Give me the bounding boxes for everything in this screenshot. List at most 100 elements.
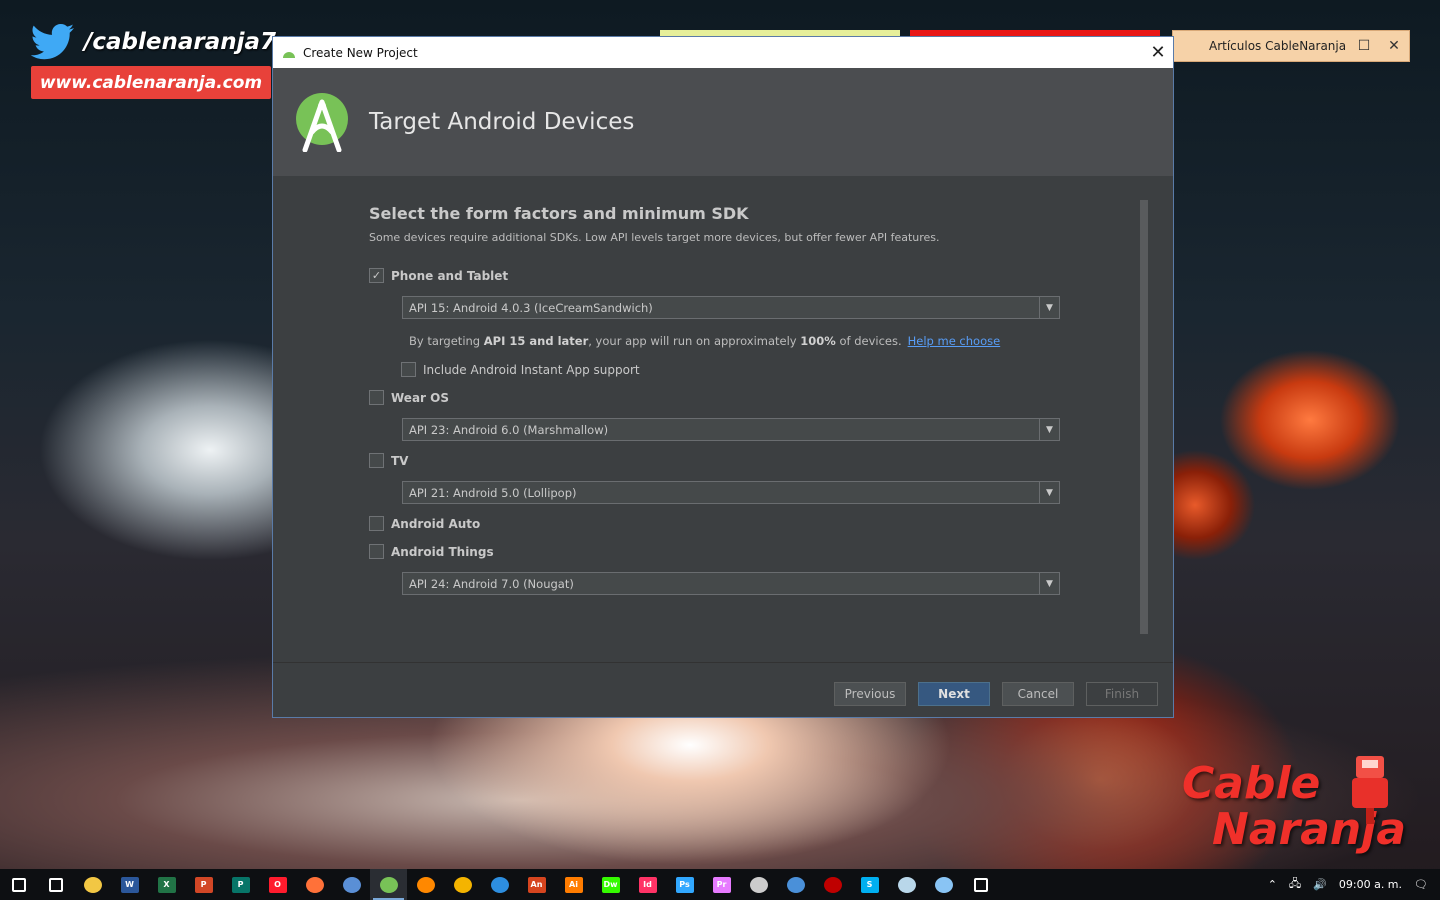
premiere-icon[interactable]: Pr [703,869,740,900]
task-view-icon-glyph [48,877,63,892]
chevron-down-icon[interactable]: ▼ [1039,573,1059,594]
settings-icon[interactable] [962,869,999,900]
chevron-down-icon[interactable]: ▼ [1039,482,1059,503]
finish-button[interactable]: Finish [1086,682,1158,706]
opera-icon-glyph: O [268,876,287,893]
background-window-title: Artículos CableNaranja [1209,39,1347,53]
volume-icon[interactable]: 🔊 [1313,878,1327,891]
dialog-header-title: Target Android Devices [369,109,635,135]
firefox-icon[interactable] [296,869,333,900]
android-studio-icon [283,51,295,58]
tv-sdk-value: API 21: Android 5.0 (Lollipop) [409,485,577,500]
settings-icon-glyph [973,877,988,892]
paint-icon-glyph [934,876,953,893]
info-api-level: API 15 and later [483,334,589,348]
android-things-label: Android Things [391,544,494,559]
phone-tablet-row[interactable]: ✓ Phone and Tablet [369,268,508,283]
network-icon[interactable]: 🖧 [1289,875,1301,894]
publisher-icon-glyph: P [231,876,250,893]
android-studio-icon[interactable] [370,869,407,900]
info-text: of devices. [835,334,902,348]
powerpoint-icon-glyph: P [194,876,213,893]
website-banner: www.cablenaranja.com [31,66,271,99]
animate-icon[interactable]: An [518,869,555,900]
dialog-close-button[interactable]: ✕ [1143,37,1173,68]
usb-cable-icon [1352,756,1388,824]
paint-icon[interactable] [925,869,962,900]
virtualbox-icon[interactable] [333,869,370,900]
tv-sdk-select[interactable]: API 21: Android 5.0 (Lollipop) ▼ [402,481,1060,504]
instant-app-checkbox[interactable] [401,362,416,377]
indesign-icon-glyph: Id [638,876,657,893]
windows-start-icon-glyph [11,877,26,892]
section-subtitle: Some devices require additional SDKs. Lo… [369,231,940,244]
excel-icon[interactable]: X [148,869,185,900]
tv-row[interactable]: TV [369,453,408,468]
android-things-checkbox[interactable] [369,544,384,559]
form-factors-panel: Select the form factors and minimum SDK … [369,204,1069,595]
word-icon-glyph: W [120,876,139,893]
wear-os-row[interactable]: Wear OS [369,390,449,405]
android-auto-label: Android Auto [391,516,481,531]
tv-checkbox[interactable] [369,453,384,468]
filezilla-icon[interactable] [814,869,851,900]
system-tray: ⌃ 🖧 🔊 09:00 a. m. 🗨 [1268,875,1440,894]
instant-app-row[interactable]: Include Android Instant App support [401,362,640,377]
dreamweaver-icon[interactable]: Dw [592,869,629,900]
vlc-icon[interactable] [407,869,444,900]
box-icon[interactable] [777,869,814,900]
chevron-down-icon[interactable]: ▼ [1039,419,1059,440]
next-button[interactable]: Next [918,682,990,706]
android-things-row[interactable]: Android Things [369,544,494,559]
dialog-header: Target Android Devices [273,68,1173,176]
excel-icon-glyph: X [157,876,176,893]
photoshop-icon-glyph: Ps [675,876,694,893]
file-explorer-icon[interactable] [74,869,111,900]
close-icon[interactable]: ✕ [1379,38,1409,54]
logo-text-line1: Cable [1182,758,1321,809]
word-icon[interactable]: W [111,869,148,900]
phone-tablet-checkbox[interactable]: ✓ [369,268,384,283]
wear-os-sdk-select[interactable]: API 23: Android 6.0 (Marshmallow) ▼ [402,418,1060,441]
android-things-sdk-select[interactable]: API 24: Android 7.0 (Nougat) ▼ [402,572,1060,595]
info-text: By targeting [409,334,484,348]
notepad-icon[interactable] [888,869,925,900]
phone-tablet-sdk-select[interactable]: API 15: Android 4.0.3 (IceCreamSandwich)… [402,296,1060,319]
box-icon-glyph [786,876,805,893]
cancel-button[interactable]: Cancel [1002,682,1074,706]
windows-start-icon[interactable] [0,869,37,900]
maximize-icon[interactable]: ☐ [1349,38,1379,54]
notifications-icon[interactable]: 🗨 [1414,878,1428,891]
android-studio-icon-glyph [379,876,398,893]
clock[interactable]: 09:00 a. m. [1339,878,1402,891]
tv-label: TV [391,453,409,468]
wear-os-label: Wear OS [391,390,449,405]
layers-icon[interactable] [481,869,518,900]
previous-button[interactable]: Previous [834,682,906,706]
android-things-sdk-value: API 24: Android 7.0 (Nougat) [409,576,574,591]
dialog-titlebar[interactable]: Create New Project ✕ [273,37,1173,68]
chevron-down-icon[interactable]: ▼ [1039,297,1059,318]
android-auto-checkbox[interactable] [369,516,384,531]
twitter-branding: /cablenaranja7 [30,24,276,60]
gallery-icon[interactable] [444,869,481,900]
wear-os-sdk-value: API 23: Android 6.0 (Marshmallow) [409,422,609,437]
task-view-icon[interactable] [37,869,74,900]
wear-os-checkbox[interactable] [369,390,384,405]
vertical-scrollbar[interactable] [1140,200,1148,634]
publisher-icon[interactable]: P [222,869,259,900]
illustrator-icon[interactable]: Ai [555,869,592,900]
help-me-choose-link[interactable]: Help me choose [908,334,1001,348]
skype-icon[interactable]: S [851,869,888,900]
github-icon[interactable] [740,869,777,900]
background-window-titlebar[interactable]: Artículos CableNaranja ☐ ✕ [1172,30,1410,62]
section-title: Select the form factors and minimum SDK [369,204,749,223]
powerpoint-icon[interactable]: P [185,869,222,900]
opera-icon[interactable]: O [259,869,296,900]
taskbar-app-icons: W X P P O An Ai Dw Id Ps Pr S [0,869,999,900]
android-studio-logo-icon [296,93,348,152]
chevron-up-icon[interactable]: ⌃ [1268,878,1277,891]
indesign-icon[interactable]: Id [629,869,666,900]
android-auto-row[interactable]: Android Auto [369,516,480,531]
photoshop-icon[interactable]: Ps [666,869,703,900]
